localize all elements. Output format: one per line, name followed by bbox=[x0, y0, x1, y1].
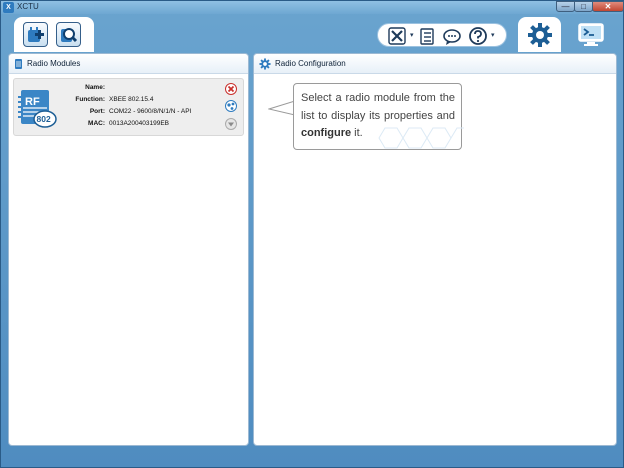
gear-icon bbox=[527, 22, 552, 47]
tools-icon bbox=[388, 27, 406, 45]
small-gear-icon bbox=[259, 57, 271, 70]
main-toolbar: ▾ ▾ bbox=[1, 14, 623, 52]
consoles-mode-tab[interactable] bbox=[567, 19, 614, 50]
help-icon bbox=[469, 27, 487, 45]
radio-module-list-icon bbox=[14, 58, 23, 70]
remove-icon bbox=[225, 83, 237, 95]
rf-label: RF bbox=[25, 96, 40, 108]
profiles-button[interactable] bbox=[419, 27, 435, 45]
tools-caret[interactable]: ▾ bbox=[410, 31, 414, 39]
minimize-button[interactable]: — bbox=[556, 1, 575, 12]
name-label: Name: bbox=[85, 84, 105, 91]
remove-module-button[interactable] bbox=[225, 83, 237, 95]
configuration-profiles-icon bbox=[420, 27, 434, 45]
device-actions-tab bbox=[14, 17, 94, 52]
tools-button[interactable] bbox=[387, 27, 407, 45]
discover-devices-button[interactable] bbox=[56, 22, 81, 47]
tools-toolbar: ▾ ▾ bbox=[377, 23, 507, 47]
port-value: COM22 - 9600/8/N/1/N - API bbox=[109, 108, 192, 115]
hint-text-bold: configure bbox=[301, 127, 352, 139]
mac-label: MAC: bbox=[88, 120, 105, 127]
radio-modules-panel: Radio Modules RF 802 Name: Function: XBE… bbox=[8, 53, 249, 446]
title-bar: X XCTU — □ ✕ bbox=[1, 1, 624, 14]
function-value: XBEE 802.15.4 bbox=[109, 96, 154, 103]
xctu-window: X XCTU — □ ✕ ▾ ▾ Radio Modules RF 802 Na… bbox=[0, 0, 624, 468]
protocol-label: 802 bbox=[37, 114, 51, 124]
discover-devices-icon bbox=[61, 28, 78, 43]
xctu-app-icon: X bbox=[3, 2, 14, 13]
function-label: Function: bbox=[75, 96, 105, 103]
help-button[interactable] bbox=[468, 27, 488, 45]
maximize-button[interactable]: □ bbox=[574, 1, 593, 12]
port-label: Port: bbox=[89, 108, 105, 115]
expand-module-button[interactable] bbox=[225, 118, 237, 130]
hint-text-start: Select a radio module from the list to d… bbox=[301, 92, 455, 122]
radio-configuration-title: Radio Configuration bbox=[275, 59, 346, 68]
module-name-row: Name: bbox=[59, 84, 109, 91]
feedback-chat-icon bbox=[442, 28, 461, 45]
chevron-down-icon bbox=[225, 118, 237, 130]
configuration-hint-bubble: Select a radio module from the list to d… bbox=[293, 83, 464, 150]
add-device-button[interactable] bbox=[23, 22, 48, 47]
network-discovery-icon bbox=[225, 100, 237, 112]
radio-modules-title: Radio Modules bbox=[27, 59, 81, 68]
add-device-icon bbox=[28, 27, 44, 42]
hexagon-pattern-decoration bbox=[378, 127, 464, 149]
radio-configuration-panel: Radio Configuration Select a radio modul… bbox=[253, 53, 617, 446]
hint-bubble-tail bbox=[268, 100, 295, 116]
module-function-row: Function: XBEE 802.15.4 bbox=[59, 96, 153, 103]
mac-value: 0013A200403199EB bbox=[109, 120, 170, 127]
help-caret[interactable]: ▾ bbox=[491, 31, 495, 39]
close-button[interactable]: ✕ bbox=[592, 1, 624, 12]
radio-configuration-header: Radio Configuration bbox=[254, 54, 616, 74]
rf-802-module-icon: RF 802 bbox=[17, 88, 57, 128]
configuration-mode-tab[interactable] bbox=[518, 17, 561, 52]
discover-network-button[interactable] bbox=[225, 100, 237, 112]
hint-text-end: it. bbox=[351, 127, 363, 139]
window-title: XCTU bbox=[17, 2, 39, 11]
feedback-button[interactable] bbox=[442, 27, 462, 45]
radio-module-item[interactable]: RF 802 Name: Function: XBEE 802.15.4 Port… bbox=[13, 78, 244, 136]
module-port-row: Port: COM22 - 9600/8/N/1/N - API bbox=[59, 108, 192, 115]
console-monitor-icon bbox=[577, 22, 604, 46]
module-mac-row: MAC: 0013A200403199EB bbox=[59, 120, 169, 127]
radio-modules-header: Radio Modules bbox=[9, 54, 248, 74]
